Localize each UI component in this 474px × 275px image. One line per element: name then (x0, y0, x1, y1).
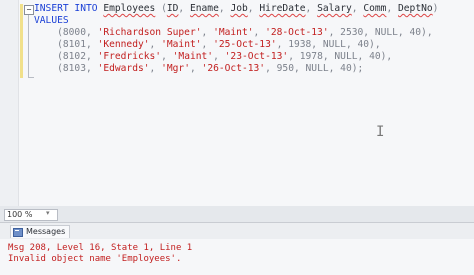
results-tab-bar: Messages (0, 223, 474, 239)
code-token: INSERT INTO (34, 3, 104, 14)
code-token: (8101, (34, 39, 98, 50)
code-token: , (149, 63, 162, 74)
code-line[interactable]: (8101, 'Kennedy', 'Maint', '25-Oct-13', … (34, 39, 438, 51)
code-token: , (253, 27, 266, 38)
code-token: , (189, 63, 202, 74)
error-message-line: Msg 208, Level 16, State 1, Line 1 (8, 243, 193, 253)
code-token: (8102, (34, 51, 98, 62)
code-token: , (351, 3, 364, 14)
code-token: DeptNo (398, 3, 433, 14)
error-message-line: Invalid object name 'Employees'. (8, 254, 182, 264)
code-token: , (201, 27, 214, 38)
code-token: Employees (103, 3, 156, 14)
code-token: ) (432, 3, 439, 14)
code-token: ID (166, 3, 179, 14)
code-token: 'Maint' (213, 27, 254, 38)
code-line[interactable]: (8000, 'Richardson Super', 'Maint', '28-… (34, 27, 438, 39)
code-token: VALUES (34, 15, 69, 26)
fold-guide-line (28, 15, 29, 77)
code-token: '23-Oct-13' (224, 51, 289, 62)
query-editor[interactable]: − INSERT INTO Employees (ID, Ename, Job,… (0, 0, 474, 207)
code-token: , 1938, NULL, 40), (276, 39, 381, 50)
code-token: , (149, 39, 162, 50)
messages-icon (13, 227, 23, 237)
code-token: '25-Oct-13' (213, 39, 277, 50)
code-token: 'Maint' (172, 51, 214, 62)
code-line[interactable]: (8102, 'Fredricks', 'Maint', '23-Oct-13'… (34, 51, 438, 63)
code-token: 'Maint' (161, 39, 202, 50)
code-token: HireDate (259, 3, 306, 14)
code-line[interactable]: VALUES (34, 15, 438, 27)
code-token: 'Mgr' (161, 63, 190, 74)
code-token: , (386, 3, 398, 14)
code-token: , (213, 51, 225, 62)
code-token: 'Richardson Super' (97, 27, 202, 38)
code-token: , (178, 3, 190, 14)
editor-gutter (0, 0, 19, 206)
code-token: , 950, NULL, 40); (265, 63, 364, 74)
code-line[interactable]: (8103, 'Edwards', 'Mgr', '26-Oct-13', 95… (34, 63, 438, 75)
code-token: (8103, (34, 63, 98, 74)
code-token: Ename (189, 3, 219, 14)
sql-code[interactable]: INSERT INTO Employees (ID, Ename, Job, H… (34, 3, 438, 75)
messages-pane: Msg 208, Level 16, State 1, Line 1 Inval… (0, 239, 474, 275)
tab-messages-label: Messages (26, 227, 66, 236)
code-token: , (247, 3, 260, 14)
code-token: Comm (363, 3, 387, 14)
code-token: , (305, 3, 318, 14)
code-token: ( (155, 3, 167, 14)
change-tracking-bar (20, 4, 23, 78)
code-line[interactable]: INSERT INTO Employees (ID, Ename, Job, H… (34, 3, 438, 15)
code-token: '26-Oct-13' (201, 63, 266, 74)
code-token: Salary (317, 3, 352, 14)
code-token: Job (230, 3, 248, 14)
code-token: , (161, 51, 173, 62)
code-token: , (218, 3, 231, 14)
chevron-down-icon[interactable]: ▾ (46, 209, 50, 217)
code-token: '28-Oct-13' (265, 27, 329, 38)
code-token: 'Kennedy' (97, 39, 150, 50)
code-token: 'Fredricks' (97, 51, 162, 62)
text-cursor-icon: I (376, 124, 385, 140)
code-token: (8000, (34, 27, 98, 38)
editor-status-bar: 100 % ▾ (0, 206, 474, 223)
code-token: 'Edwards' (97, 63, 150, 74)
code-token: , 1978, NULL, 40), (288, 51, 393, 62)
tab-messages[interactable]: Messages (10, 225, 71, 238)
collapse-toggle-icon[interactable]: − (24, 5, 34, 15)
code-token: , (201, 39, 214, 50)
fold-guide-end (28, 77, 34, 78)
code-token: , 2530, NULL, 40), (328, 27, 433, 38)
